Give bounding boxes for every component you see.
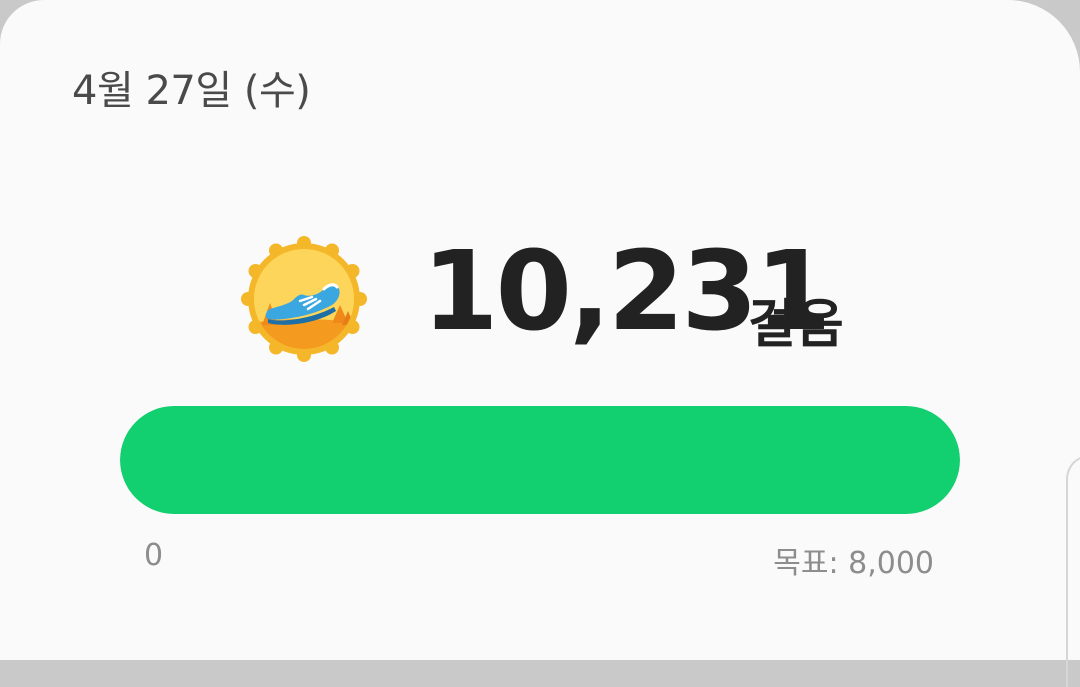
step-progress-bar	[120, 406, 960, 514]
running-shoe-medal-icon	[240, 235, 368, 363]
badge-svg	[241, 236, 367, 362]
progress-goal-label: 목표: 8,000	[773, 546, 934, 581]
progress-min-label: 0	[144, 538, 164, 573]
step-progress-fill	[120, 406, 960, 514]
date-label: 4월 27일 (수)	[72, 68, 311, 114]
step-unit-label: 걸음	[748, 295, 844, 355]
next-card-edge	[1066, 455, 1080, 687]
steps-card[interactable]: 4월 27일 (수) 10,231 걸음 0 목표: 8,000	[0, 0, 1080, 660]
